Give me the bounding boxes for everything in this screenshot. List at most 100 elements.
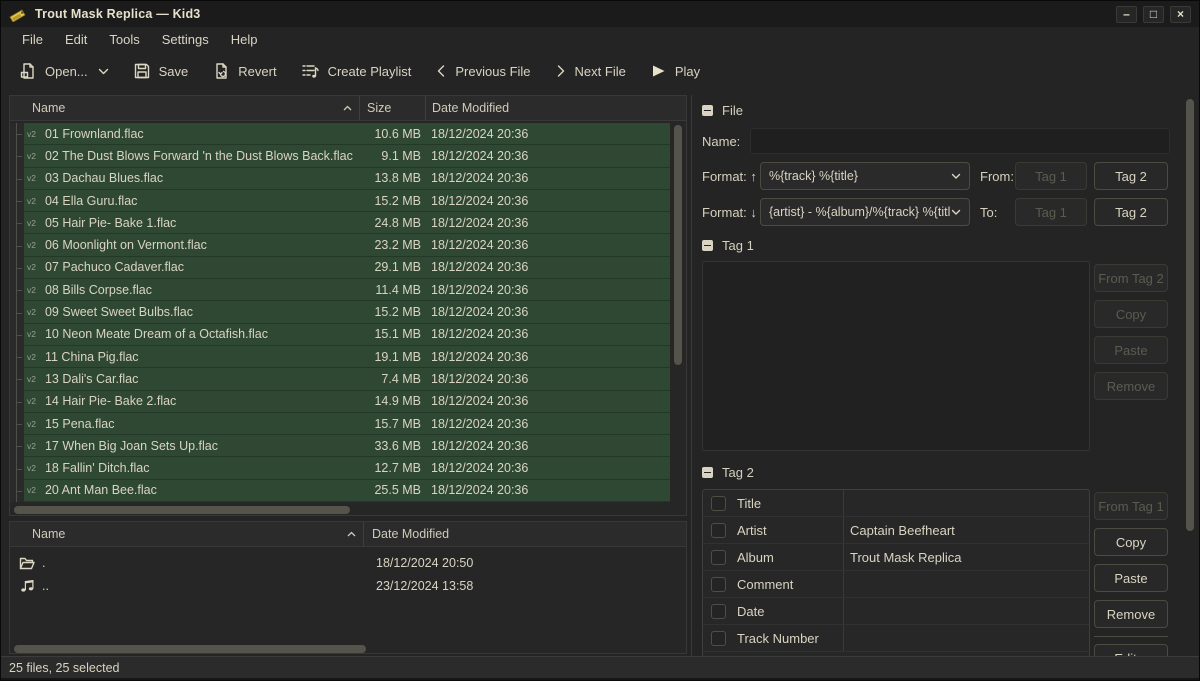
to-tag2-button[interactable]: Tag 2 [1094,198,1168,226]
file-row[interactable]: v2 09 Sweet Sweet Bulbs.flac 15.2 MB 18/… [10,301,670,323]
field-label: Comment [737,577,793,592]
field-checkbox[interactable] [711,523,726,538]
file-row[interactable]: v2 11 China Pig.flac 19.1 MB 18/12/2024 … [10,346,670,368]
tag-v2-badge: v2 [27,218,36,228]
file-row[interactable]: v2 04 Ella Guru.flac 15.2 MB 18/12/2024 … [10,190,670,212]
close-button[interactable]: × [1170,6,1191,23]
file-row[interactable]: v2 18 Fallin' Ditch.flac 12.7 MB 18/12/2… [10,457,670,479]
tag2-section-header: Tag 2 [702,465,754,480]
previous-file-button[interactable]: Previous File [435,64,530,79]
file-date-modified: 18/12/2024 20:36 [424,327,670,341]
collapse-icon[interactable] [702,467,713,478]
file-name-input[interactable] [750,128,1170,154]
file-list-horizontal-scrollbar[interactable] [14,506,350,514]
kid3-app-icon [9,7,26,22]
menu-settings[interactable]: Settings [151,29,220,50]
save-button[interactable]: Save [133,62,189,80]
field-checkbox[interactable] [711,577,726,592]
play-button[interactable]: Play [650,63,700,79]
folder-list-horizontal-scrollbar[interactable] [14,645,366,653]
tag2-remove-button[interactable]: Remove [1094,600,1168,628]
column-header-date-modified[interactable]: Date Modified [426,96,686,120]
tag-v2-badge: v2 [27,441,36,451]
tag2-from-tag1-button[interactable]: From Tag 1 [1094,492,1168,520]
collapse-icon[interactable] [702,105,713,116]
field-value[interactable]: Captain Beefheart [844,523,1089,538]
file-row[interactable]: v2 01 Frownland.flac 10.6 MB 18/12/2024 … [10,123,670,145]
folder-row-current[interactable]: . 18/12/2024 20:50 [10,551,686,574]
create-playlist-button[interactable]: Create Playlist [301,62,412,80]
menu-file[interactable]: File [11,29,54,50]
maximize-button[interactable]: □ [1143,6,1164,23]
file-name: 09 Sweet Sweet Bulbs.flac [45,305,193,319]
name-label: Name: [702,134,740,149]
revert-button[interactable]: Revert [212,62,276,80]
format-from-filename-combobox[interactable]: %{track} %{title} [760,162,970,190]
folder-date-modified: 18/12/2024 20:50 [366,556,686,570]
folder-column-header-date-modified[interactable]: Date Modified [364,522,686,546]
file-size: 33.6 MB [360,439,424,453]
menu-edit[interactable]: Edit [54,29,98,50]
menu-tools[interactable]: Tools [98,29,150,50]
field-label: Track Number [737,631,819,646]
next-file-button[interactable]: Next File [555,64,626,79]
file-section-header: File [702,103,743,118]
tag1-copy-button[interactable]: Copy [1094,300,1168,328]
file-row[interactable]: v2 03 Dachau Blues.flac 13.8 MB 18/12/20… [10,168,670,190]
collapse-icon[interactable] [702,240,713,251]
file-row[interactable]: v2 14 Hair Pie- Bake 2.flac 14.9 MB 18/1… [10,391,670,413]
field-value[interactable]: Trout Mask Replica [844,550,1089,565]
file-row[interactable]: v2 06 Moonlight on Vermont.flac 23.2 MB … [10,234,670,256]
tag1-field-list[interactable] [702,261,1090,451]
minimize-button[interactable]: – [1116,6,1137,23]
file-row[interactable]: v2 17 When Big Joan Sets Up.flac 33.6 MB… [10,435,670,457]
tag2-field-row[interactable]: Artist Captain Beefheart [703,517,1089,544]
file-row[interactable]: v2 02 The Dust Blows Forward 'n the Dust… [10,145,670,167]
tag2-copy-button[interactable]: Copy [1094,528,1168,556]
field-checkbox[interactable] [711,604,726,619]
tag2-field-row[interactable]: Date [703,598,1089,625]
file-list-vertical-scrollbar[interactable] [673,123,683,505]
tag-panel-vertical-scrollbar[interactable] [1185,97,1195,654]
file-date-modified: 18/12/2024 20:36 [424,483,670,497]
column-header-name[interactable]: Name [10,96,360,120]
tag1-paste-button[interactable]: Paste [1094,336,1168,364]
file-row[interactable]: v2 07 Pachuco Cadaver.flac 29.1 MB 18/12… [10,257,670,279]
tag2-field-row[interactable]: Album Trout Mask Replica [703,544,1089,571]
file-date-modified: 18/12/2024 20:36 [424,216,670,230]
column-header-size[interactable]: Size [360,96,426,120]
to-tag1-button[interactable]: Tag 1 [1015,198,1087,226]
tag2-field-row[interactable]: Track Number [703,625,1089,652]
folder-row-parent[interactable]: .. 23/12/2024 13:58 [10,574,686,597]
tag1-remove-button[interactable]: Remove [1094,372,1168,400]
from-tag1-button[interactable]: Tag 1 [1015,162,1087,190]
file-name: 08 Bills Corpse.flac [45,283,152,297]
format-to-filename-combobox[interactable]: {artist} - %{album}/%{track} %{title} [760,198,970,226]
menu-help[interactable]: Help [220,29,269,50]
file-row[interactable]: v2 13 Dali's Car.flac 7.4 MB 18/12/2024 … [10,368,670,390]
toolbar: Open... Save Revert [1,51,1199,91]
file-row[interactable]: v2 10 Neon Meate Dream of a Octafish.fla… [10,324,670,346]
tag-v2-badge: v2 [27,485,36,495]
file-date-modified: 18/12/2024 20:36 [424,149,670,163]
file-row[interactable]: v2 05 Hair Pie- Bake 1.flac 24.8 MB 18/1… [10,212,670,234]
tag2-edit-button[interactable]: Edit... [1094,644,1168,656]
from-tag2-button[interactable]: Tag 2 [1094,162,1168,190]
file-row[interactable]: v2 08 Bills Corpse.flac 11.4 MB 18/12/20… [10,279,670,301]
tag2-field-row[interactable]: Title [703,490,1089,517]
file-row[interactable]: v2 20 Ant Man Bee.flac 25.5 MB 18/12/202… [10,480,670,502]
file-name: 03 Dachau Blues.flac [45,171,163,185]
tree-branch-icon [10,324,24,346]
tag-editor-panel: File Name: Format: ↑ %{track} %{title} F… [691,95,1173,656]
tag1-from-tag2-button[interactable]: From Tag 2 [1094,264,1168,292]
field-checkbox[interactable] [711,631,726,646]
tag2-paste-button[interactable]: Paste [1094,564,1168,592]
folder-column-header-name[interactable]: Name [10,522,364,546]
open-dropdown-chevron-icon[interactable] [98,67,109,76]
open-button[interactable]: Open... [19,62,88,80]
tag2-field-row[interactable]: Comment [703,571,1089,598]
field-checkbox[interactable] [711,496,726,511]
file-row[interactable]: v2 15 Pena.flac 15.7 MB 18/12/2024 20:36 [10,413,670,435]
field-checkbox[interactable] [711,550,726,565]
tag-v2-badge: v2 [27,285,36,295]
